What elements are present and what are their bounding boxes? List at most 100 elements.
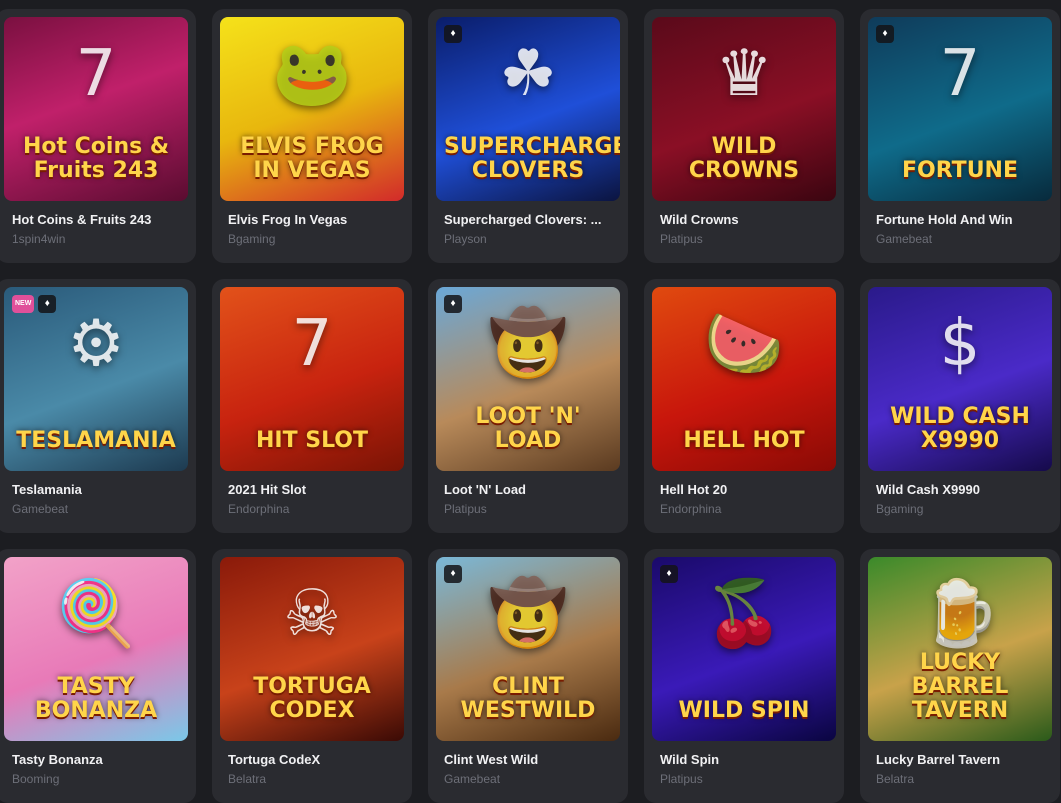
game-title[interactable]: Clint West Wild (444, 752, 620, 767)
game-thumbnail[interactable]: ☠ TORTUGA CODEX (220, 557, 404, 741)
game-art-glyph: $ (939, 307, 981, 381)
game-art-glyph: ☘ (499, 37, 557, 111)
game-thumbnail[interactable]: 🍭 TASTY BONANZA (4, 557, 188, 741)
game-thumbnail[interactable]: 🤠 CLINT WESTWILD ♦ (436, 557, 620, 741)
game-title[interactable]: Tortuga CodeX (228, 752, 404, 767)
game-card[interactable]: $ WILD CASH X9990 Wild Cash X9990 Bgaming (860, 279, 1060, 533)
game-title[interactable]: Wild Spin (660, 752, 836, 767)
game-provider: Platipus (660, 232, 703, 246)
game-art-glyph: 🍉 (704, 307, 784, 381)
game-provider: Playson (444, 232, 487, 246)
game-provider: Belatra (228, 772, 267, 786)
game-logo-text: WILD SPIN (678, 698, 810, 723)
game-art-glyph: 🤠 (488, 577, 568, 651)
game-card[interactable]: ♛ WILD CROWNS Wild Crowns Platipus (644, 9, 844, 263)
game-art-glyph: 7 (291, 307, 333, 381)
game-card[interactable]: ☠ TORTUGA CODEX Tortuga CodeX Belatra (212, 549, 412, 803)
game-badges: ♦ (660, 565, 678, 583)
game-art-glyph: ☠ (283, 577, 341, 651)
game-card[interactable]: 🍭 TASTY BONANZA Tasty Bonanza Booming (0, 549, 196, 803)
game-thumbnail[interactable]: ☘ SUPERCHARGED CLOVERS ♦ (436, 17, 620, 201)
diamond-icon: ♦ (444, 565, 462, 583)
game-card[interactable]: ⚙ TESLAMANIA NEW ♦ Teslamania Gamebeat (0, 279, 196, 533)
game-title[interactable]: Wild Cash X9990 (876, 482, 1052, 497)
game-badges: ♦ (876, 25, 894, 43)
game-art-glyph: 🍒 (704, 577, 784, 651)
game-thumbnail[interactable]: 🤠 LOOT 'N' LOAD ♦ (436, 287, 620, 471)
game-logo-text: LUCKY BARREL TAVERN (911, 650, 1009, 723)
game-card[interactable]: 🍺 LUCKY BARREL TAVERN Lucky Barrel Tavern B… (860, 549, 1060, 803)
game-card[interactable]: 🍒 WILD SPIN ♦ Wild Spin Platipus (644, 549, 844, 803)
game-art-glyph: 🐸 (272, 37, 352, 111)
game-thumbnail[interactable]: 🐸 ELVIS FROG IN VEGAS (220, 17, 404, 201)
game-art-glyph: 7 (939, 37, 981, 111)
game-card[interactable]: 🤠 CLINT WESTWILD ♦ Clint West Wild Gamebeat (428, 549, 628, 803)
game-title[interactable]: 2021 Hit Slot (228, 482, 404, 497)
game-provider: Endorphina (660, 502, 722, 516)
game-logo-text: FORTUNE (902, 158, 1018, 183)
game-art-glyph: 🤠 (488, 307, 568, 381)
game-card[interactable]: 7 HIT SLOT 2021 Hit Slot Endorphina (212, 279, 412, 533)
game-art-glyph: 🍺 (920, 577, 1000, 651)
diamond-icon: ♦ (660, 565, 678, 583)
game-logo-text: TASTY BONANZA (34, 674, 158, 723)
game-card[interactable]: 🍉 HELL HOT Hell Hot 20 Endorphina (644, 279, 844, 533)
game-title[interactable]: Hot Coins & Fruits 243 (12, 212, 188, 227)
diamond-icon: ♦ (38, 295, 57, 313)
game-thumbnail[interactable]: 7 HIT SLOT (220, 287, 404, 471)
game-logo-text: TORTUGA CODEX (253, 674, 371, 723)
game-logo-text: WILD CASH X9990 (890, 404, 1030, 453)
game-provider: Gamebeat (444, 772, 501, 786)
game-title[interactable]: Fortune Hold And Win (876, 212, 1052, 227)
game-thumbnail[interactable]: 🍒 WILD SPIN ♦ (652, 557, 836, 741)
game-art-glyph: 🍭 (56, 577, 136, 651)
game-provider: Bgaming (228, 232, 276, 246)
game-card[interactable]: 7 Hot Coins & Fruits 243 Hot Coins & Fruit… (0, 9, 196, 263)
new-badge: NEW (12, 295, 35, 313)
diamond-icon: ♦ (876, 25, 894, 43)
game-thumbnail[interactable]: 7 Hot Coins & Fruits 243 (4, 17, 188, 201)
game-title[interactable]: Loot 'N' Load (444, 482, 620, 497)
game-thumbnail[interactable]: ⚙ TESLAMANIA NEW ♦ (4, 287, 188, 471)
game-provider: 1spin4win (12, 232, 66, 246)
game-thumbnail[interactable]: 🍺 LUCKY BARREL TAVERN (868, 557, 1052, 741)
game-logo-text: LOOT 'N' LOAD (475, 404, 581, 453)
game-art-glyph: ⚙ (67, 307, 125, 381)
game-provider: Endorphina (228, 502, 290, 516)
game-title[interactable]: Wild Crowns (660, 212, 836, 227)
game-provider: Belatra (876, 772, 915, 786)
game-grid: 7 Hot Coins & Fruits 243 Hot Coins & Fruit… (0, 9, 1060, 803)
game-card[interactable]: 🤠 LOOT 'N' LOAD ♦ Loot 'N' Load Platipus (428, 279, 628, 533)
game-badges: ♦ (444, 25, 462, 43)
game-provider: Platipus (660, 772, 703, 786)
game-logo-text: TESLAMANIA (16, 428, 176, 453)
game-art-glyph: 7 (75, 37, 117, 111)
game-provider: Gamebeat (876, 232, 933, 246)
game-title[interactable]: Elvis Frog In Vegas (228, 212, 404, 227)
game-thumbnail[interactable]: 🍉 HELL HOT (652, 287, 836, 471)
game-title[interactable]: Supercharged Clovers: ... (444, 212, 620, 227)
game-card[interactable]: 🐸 ELVIS FROG IN VEGAS Elvis Frog In Vegas B… (212, 9, 412, 263)
game-thumbnail[interactable]: ♛ WILD CROWNS (652, 17, 836, 201)
game-title[interactable]: Hell Hot 20 (660, 482, 836, 497)
game-art-glyph: ♛ (715, 37, 773, 111)
game-provider: Bgaming (876, 502, 924, 516)
game-title[interactable]: Teslamania (12, 482, 188, 497)
game-badges: NEW ♦ (12, 295, 57, 313)
game-title[interactable]: Lucky Barrel Tavern (876, 752, 1052, 767)
game-card[interactable]: ☘ SUPERCHARGED CLOVERS ♦ Supercharged Clove… (428, 9, 628, 263)
game-logo-text: Hot Coins & Fruits 243 (22, 134, 170, 183)
diamond-icon: ♦ (444, 295, 462, 313)
game-provider: Gamebeat (12, 502, 69, 516)
game-logo-text: HIT SLOT (255, 428, 369, 453)
game-badges: ♦ (444, 565, 462, 583)
game-logo-text: CLINT WESTWILD (460, 674, 596, 723)
game-logo-text: ELVIS FROG IN VEGAS (240, 134, 384, 183)
game-card[interactable]: 7 FORTUNE ♦ Fortune Hold And Win Gamebeat (860, 9, 1060, 263)
game-title[interactable]: Tasty Bonanza (12, 752, 188, 767)
game-thumbnail[interactable]: 7 FORTUNE ♦ (868, 17, 1052, 201)
game-thumbnail[interactable]: $ WILD CASH X9990 (868, 287, 1052, 471)
game-provider: Platipus (444, 502, 487, 516)
game-provider: Booming (12, 772, 60, 786)
diamond-icon: ♦ (444, 25, 462, 43)
